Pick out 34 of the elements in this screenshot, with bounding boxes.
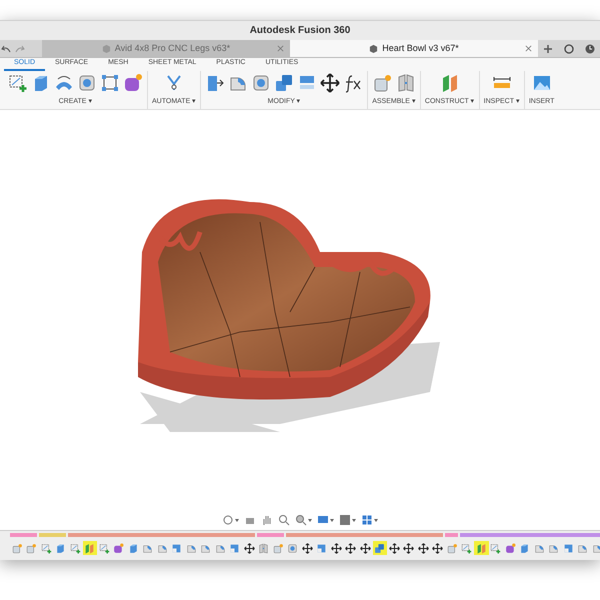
document-tab[interactable]: Heart Bowl v3 v67* xyxy=(290,40,538,57)
window-title: Autodesk Fusion 360 xyxy=(250,24,350,38)
revolve-icon[interactable] xyxy=(54,73,74,93)
undo-icon[interactable] xyxy=(1,44,11,54)
zoom-icon[interactable] xyxy=(278,514,290,526)
clock-icon[interactable] xyxy=(584,44,595,54)
close-icon[interactable] xyxy=(277,45,284,52)
image-icon[interactable] xyxy=(532,73,552,93)
monitor-icon[interactable] xyxy=(317,514,329,526)
orbit-icon[interactable] xyxy=(222,514,234,526)
combine-icon[interactable] xyxy=(274,73,294,93)
search-icon[interactable] xyxy=(295,514,307,526)
component-icon[interactable] xyxy=(372,73,393,93)
caret-icon[interactable] xyxy=(374,518,378,522)
press-pull-icon[interactable] xyxy=(205,73,226,93)
pattern-icon[interactable] xyxy=(100,73,120,93)
caret-icon[interactable] xyxy=(352,518,356,522)
cube-icon xyxy=(102,44,111,53)
redo-icon[interactable] xyxy=(15,44,25,54)
caret-icon[interactable] xyxy=(308,518,312,522)
cube-icon xyxy=(369,44,378,53)
grid-icon[interactable] xyxy=(361,514,373,526)
square-icon[interactable] xyxy=(339,514,351,526)
hole-icon[interactable] xyxy=(251,73,272,93)
caret-icon[interactable] xyxy=(330,518,334,522)
move-icon[interactable] xyxy=(320,73,340,93)
close-icon[interactable] xyxy=(525,45,532,52)
caret-icon[interactable] xyxy=(235,518,239,522)
form-icon[interactable] xyxy=(123,73,143,93)
function-icon[interactable] xyxy=(343,73,364,93)
plus-icon[interactable] xyxy=(543,44,554,54)
hole-icon[interactable] xyxy=(77,73,97,93)
sketch-icon[interactable] xyxy=(8,73,28,93)
joint-icon[interactable] xyxy=(396,73,416,93)
